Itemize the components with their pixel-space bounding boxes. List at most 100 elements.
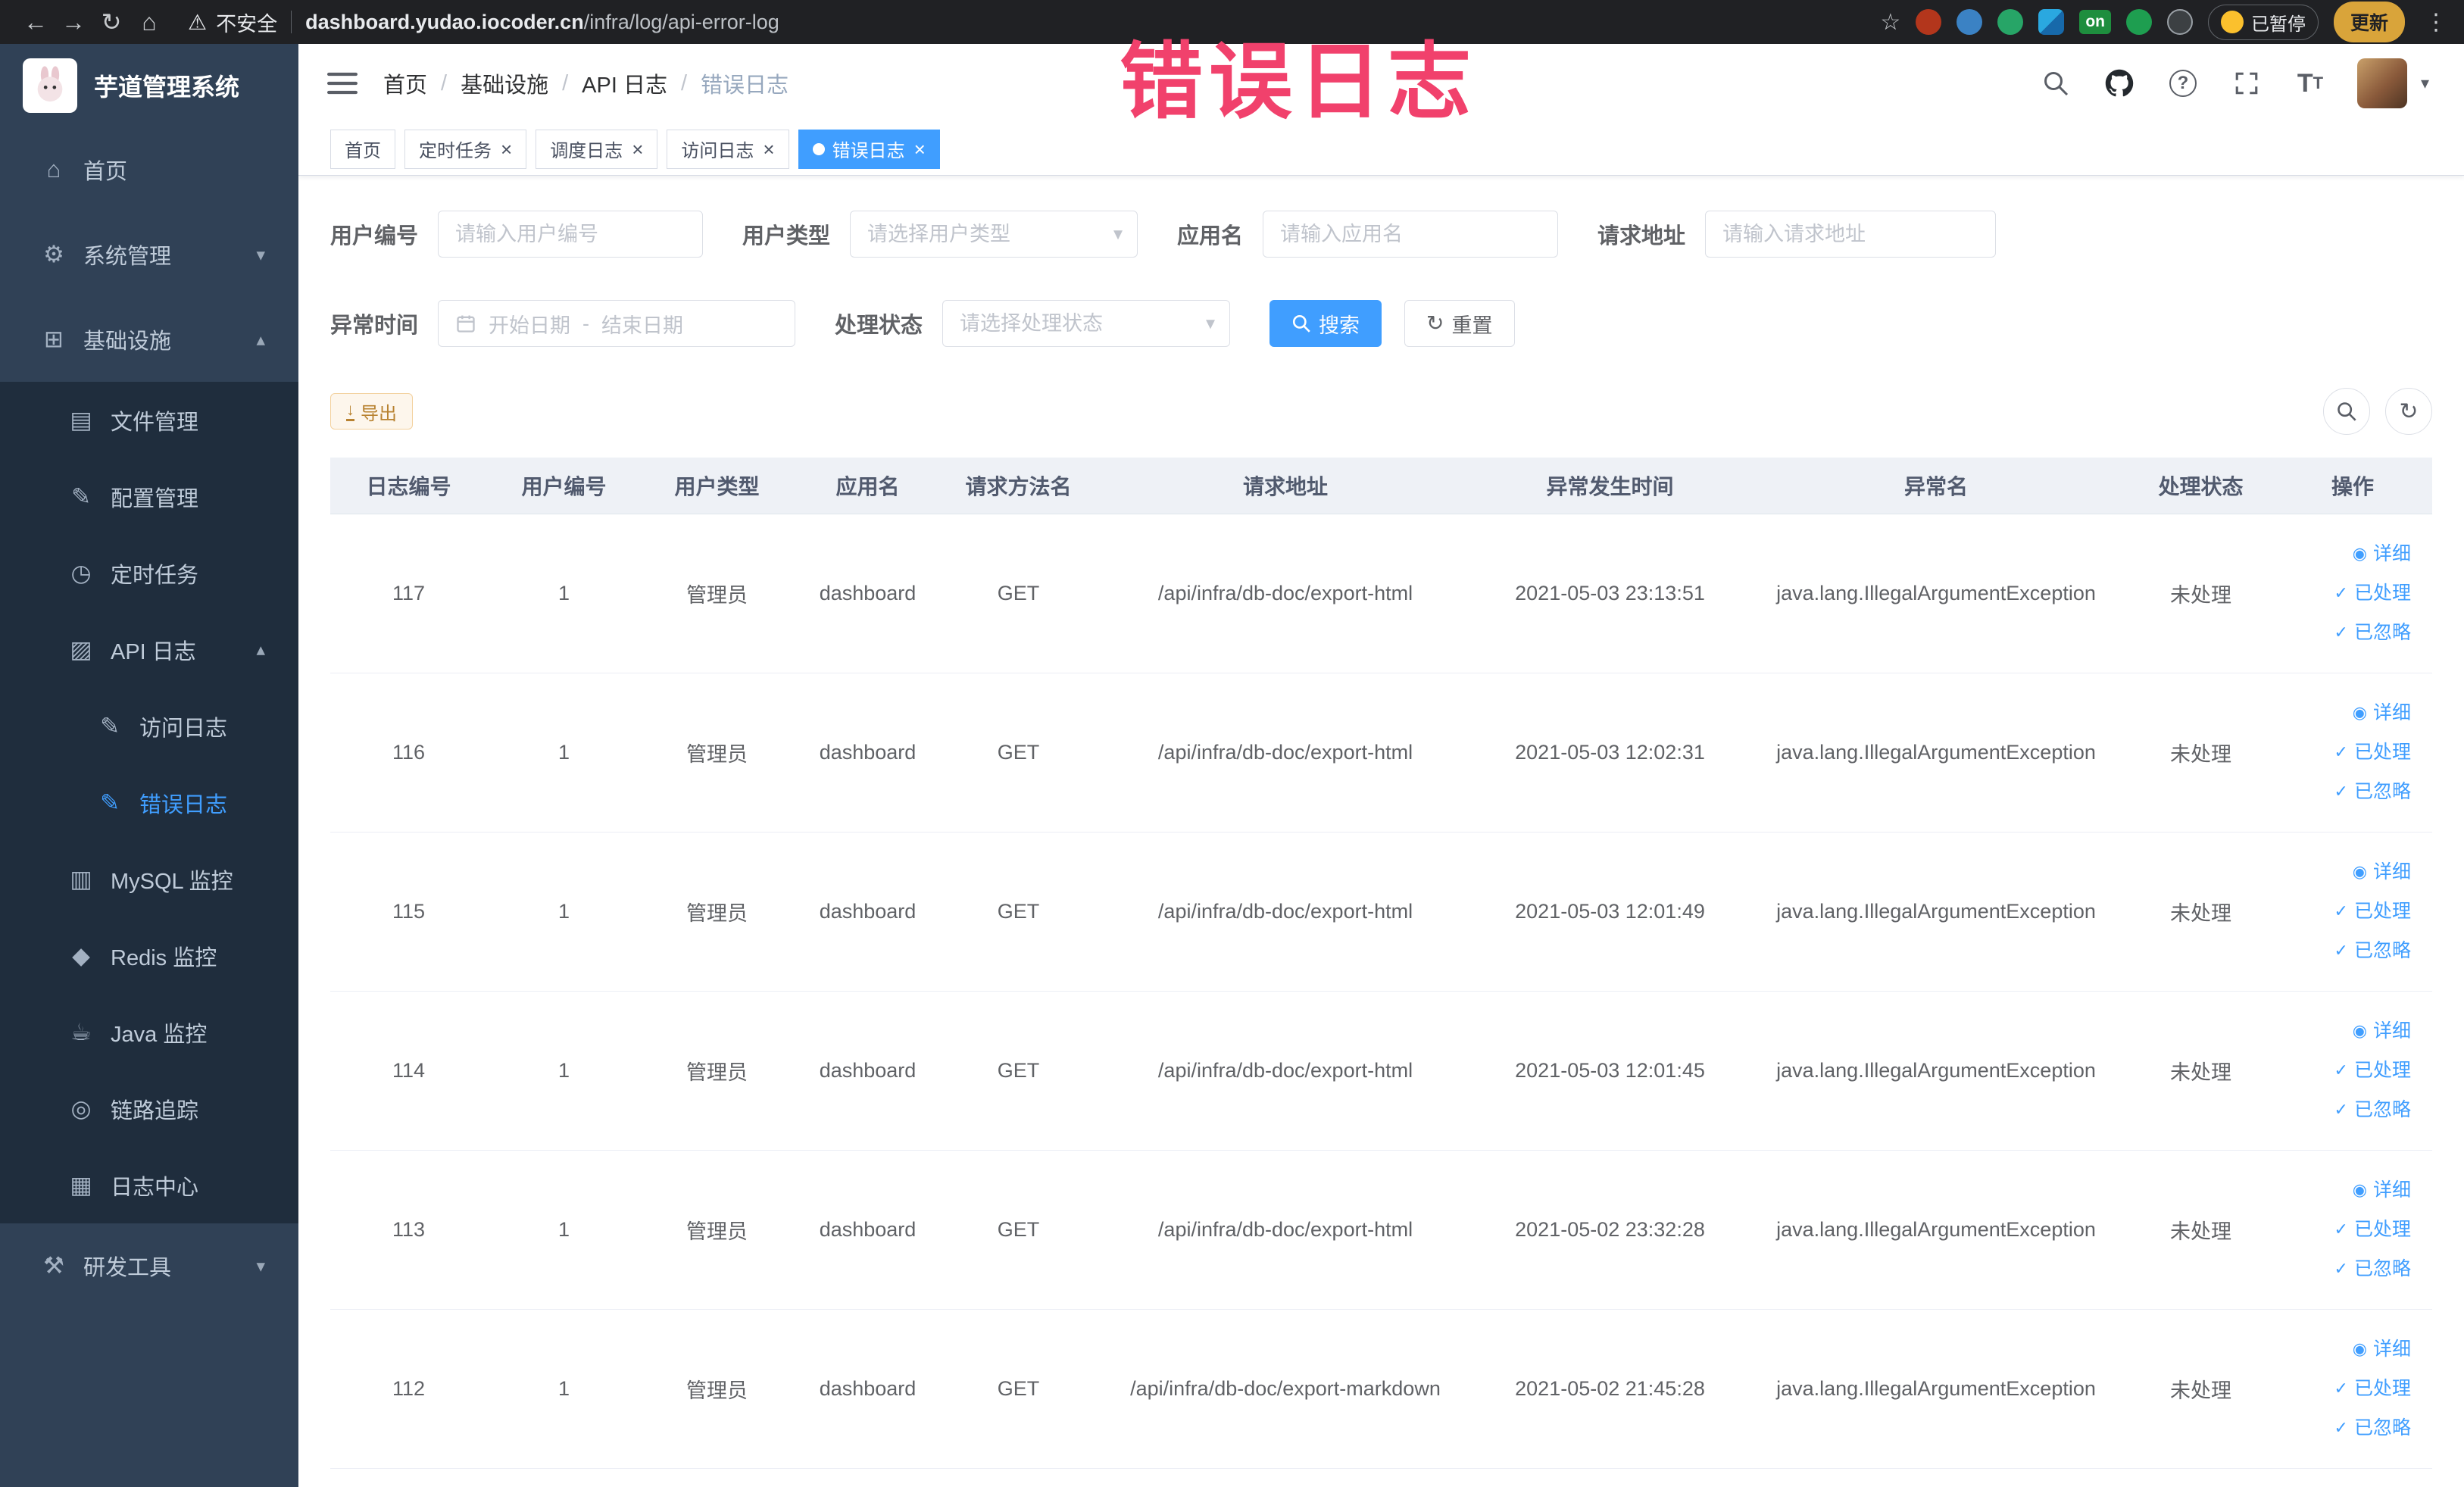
close-icon[interactable]: × <box>763 139 774 159</box>
user-type-select[interactable]: ▾ <box>850 211 1138 258</box>
gear-icon: ⚙ <box>43 241 64 267</box>
user-id-input[interactable] <box>438 211 704 258</box>
tab-3[interactable]: 访问日志 × <box>667 129 789 169</box>
chevron-down-icon[interactable]: ▾ <box>2421 73 2429 93</box>
tab-0[interactable]: 首页 <box>330 129 395 169</box>
hamburger-icon[interactable] <box>327 70 358 96</box>
update-button[interactable]: 更新 <box>2333 2 2405 42</box>
font-size-icon[interactable]: TT <box>2294 67 2327 100</box>
sidebar-item-14[interactable]: ⚒ 研发工具 ▾ <box>0 1223 298 1308</box>
sidebar-item-2[interactable]: ⊞ 基础设施 ▴ <box>0 297 298 382</box>
toggle-search-button[interactable] <box>2323 388 2370 435</box>
user-type-select-input[interactable] <box>850 211 1138 258</box>
process-status-select[interactable]: ▾ <box>942 300 1231 347</box>
check-icon: ✓ <box>2334 1259 2348 1278</box>
sidebar-item-6[interactable]: ▨ API 日志 ▴ <box>0 611 298 688</box>
on-badge[interactable]: on <box>2079 10 2111 34</box>
detail-link[interactable]: ◉ 详细 <box>2273 534 2411 573</box>
logo-row[interactable]: 芋道管理系统 <box>0 44 298 127</box>
back-icon[interactable]: ← <box>17 4 55 40</box>
extension-icon-3[interactable] <box>1997 9 2024 35</box>
sidebar-item-5[interactable]: ◷ 定时任务 <box>0 535 298 611</box>
ignored-link[interactable]: ✓ 已忽略 <box>2273 1408 2411 1448</box>
extension-icon-4[interactable] <box>2125 9 2152 35</box>
processed-link[interactable]: ✓ 已处理 <box>2273 573 2411 613</box>
processed-link[interactable]: ✓ 已处理 <box>2273 1210 2411 1249</box>
sidebar-item-11[interactable]: ☕ Java 监控 <box>0 994 298 1070</box>
ignored-link[interactable]: ✓ 已忽略 <box>2273 1090 2411 1129</box>
chevron-down-icon: ▾ <box>256 244 265 264</box>
trace-icon: ◎ <box>70 1095 92 1122</box>
address-bar[interactable]: dashboard.yudao.iocoder.cn/infra/log/api… <box>305 11 779 34</box>
close-icon[interactable]: × <box>501 139 512 159</box>
fullscreen-icon[interactable] <box>2230 67 2263 100</box>
exception-time-range[interactable]: 开始日期 - 结束日期 <box>438 300 796 347</box>
extension-icon-1[interactable] <box>1916 9 1942 35</box>
cell-log-id: 116 <box>330 673 487 833</box>
sidebar-item-4[interactable]: ✎ 配置管理 <box>0 458 298 535</box>
cell-app-name: dashboard <box>793 1150 942 1310</box>
paused-badge[interactable]: 已暂停 <box>2207 4 2319 40</box>
detail-link[interactable]: ◉ 详细 <box>2273 852 2411 892</box>
detail-link[interactable]: ◉ 详细 <box>2273 1011 2411 1051</box>
forward-icon[interactable]: → <box>55 4 92 40</box>
detail-link[interactable]: ◉ 详细 <box>2273 1170 2411 1210</box>
process-status-select-input[interactable] <box>942 300 1231 347</box>
extension-grid-icon[interactable] <box>2038 9 2065 35</box>
sidebar-item-7[interactable]: ✎ 访问日志 <box>0 688 298 764</box>
github-icon[interactable] <box>2103 67 2136 100</box>
detail-link[interactable]: ◉ 详细 <box>2273 693 2411 733</box>
avatar[interactable] <box>2356 58 2407 108</box>
refresh-table-button[interactable]: ↻ <box>2385 388 2432 435</box>
action-label: 详细 <box>2372 702 2411 723</box>
ignored-link[interactable]: ✓ 已忽略 <box>2273 1249 2411 1289</box>
chrome-menu-icon[interactable]: ⋮ <box>2425 9 2447 36</box>
table-row: 112 1 管理员 dashboard GET/api/infra/db-doc/exp… <box>330 1309 2432 1469</box>
tab-2[interactable]: 调度日志 × <box>536 129 658 169</box>
breadcrumb-item[interactable]: 基础设施 <box>461 67 548 99</box>
action-label: 已忽略 <box>2353 1258 2411 1279</box>
tab-1[interactable]: 定时任务 × <box>404 129 527 169</box>
sidebar-item-10[interactable]: ◆ Redis 监控 <box>0 917 298 994</box>
processed-link[interactable]: ✓ 已处理 <box>2273 892 2411 931</box>
sidebar-item-3[interactable]: ▤ 文件管理 <box>0 382 298 458</box>
app-name-input[interactable] <box>1263 211 1559 258</box>
chevron-down-icon: ▾ <box>256 1255 265 1276</box>
extension-icon-2[interactable] <box>1957 9 1983 35</box>
sidebar-item-1[interactable]: ⚙ 系统管理 ▾ <box>0 212 298 297</box>
rabbit-logo-icon <box>37 66 63 102</box>
security-label: 不安全 <box>216 12 278 36</box>
home-nav-icon[interactable]: ⌂ <box>130 4 168 40</box>
tab-4[interactable]: 错误日志 × <box>798 129 940 169</box>
breadcrumb-item[interactable]: 首页 <box>383 67 427 99</box>
breadcrumb-item[interactable]: API 日志 <box>582 67 667 99</box>
processed-link[interactable]: ✓ 已处理 <box>2273 733 2411 772</box>
sidebar-item-12[interactable]: ◎ 链路追踪 <box>0 1070 298 1147</box>
sidebar-item-9[interactable]: ▥ MySQL 监控 <box>0 841 298 917</box>
sidebar-item-0[interactable]: ⌂ 首页 <box>0 127 298 212</box>
reset-button[interactable]: ↻ 重置 <box>1404 300 1515 347</box>
ignored-link[interactable]: ✓ 已忽略 <box>2273 931 2411 970</box>
extension-paw-icon[interactable] <box>2166 9 2193 35</box>
reload-icon[interactable]: ↻ <box>92 4 130 40</box>
search-button[interactable]: 搜索 <box>1269 300 1382 347</box>
help-icon[interactable]: ? <box>2166 67 2200 100</box>
export-button[interactable]: ↓ 导出 <box>330 393 413 430</box>
toolbar-right: ↻ <box>2323 388 2432 435</box>
sidebar-item-13[interactable]: ▦ 日志中心 <box>0 1147 298 1223</box>
sidebar-item-label: 首页 <box>83 160 128 184</box>
sidebar-item-label: 定时任务 <box>111 563 199 588</box>
bookmark-star-icon[interactable]: ☆ <box>1880 9 1900 36</box>
security-chip[interactable]: ⚠ 不安全 <box>188 8 277 37</box>
ignored-link[interactable]: ✓ 已忽略 <box>2273 772 2411 811</box>
sidebar-item-8[interactable]: ✎ 错误日志 <box>0 764 298 841</box>
ignored-link[interactable]: ✓ 已忽略 <box>2273 613 2411 652</box>
request-url-input[interactable] <box>1705 211 1997 258</box>
close-icon[interactable]: × <box>914 139 926 159</box>
processed-link[interactable]: ✓ 已处理 <box>2273 1369 2411 1408</box>
processed-link[interactable]: ✓ 已处理 <box>2273 1051 2411 1090</box>
file-icon: ▤ <box>70 406 92 433</box>
search-icon[interactable] <box>2039 67 2072 100</box>
close-icon[interactable]: × <box>632 139 643 159</box>
detail-link[interactable]: ◉ 详细 <box>2273 1329 2411 1369</box>
